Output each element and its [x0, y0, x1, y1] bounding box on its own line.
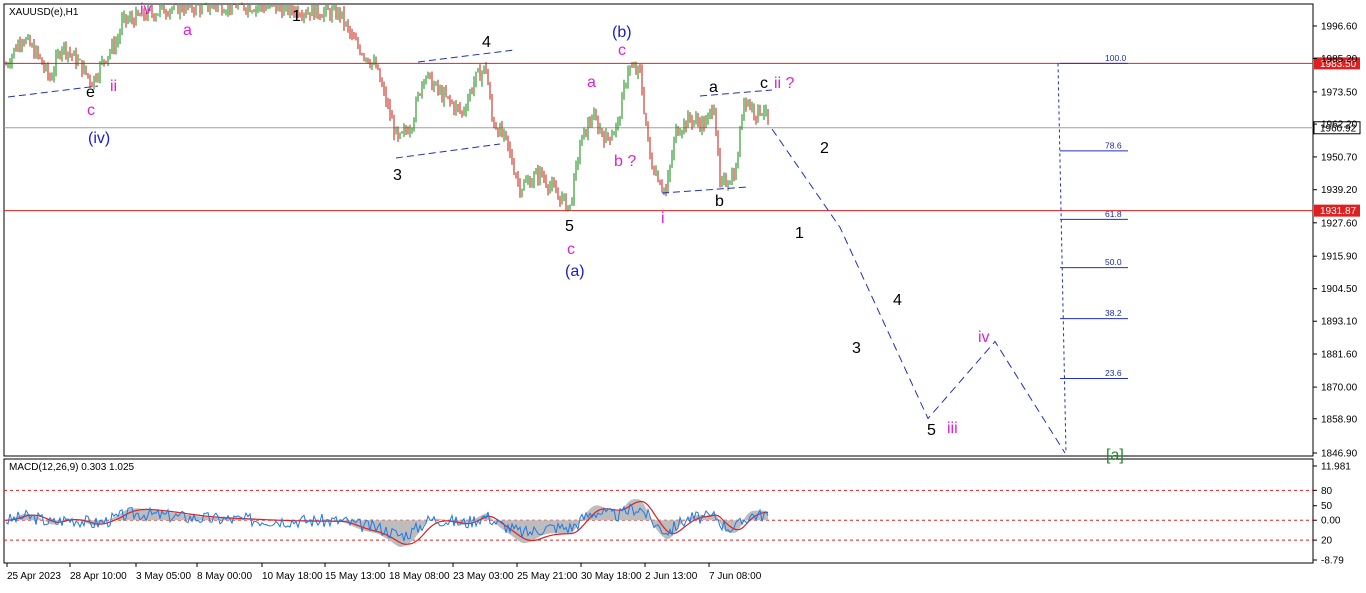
fib-level-label: 100.0: [1105, 53, 1127, 63]
x-tick-label: 30 May 18:00: [581, 571, 642, 582]
wave-label: e: [86, 84, 95, 101]
x-tick-label: 2 Jun 13:00: [645, 571, 698, 582]
wave-label: c: [87, 102, 95, 119]
instrument-label: XAUUSD(e),H1: [9, 7, 79, 18]
wave-label: ii: [110, 78, 117, 95]
x-tick-label: 7 Jun 08:00: [709, 571, 762, 582]
y-tick-label: 1927.60: [1321, 218, 1358, 229]
wave-label: a: [709, 79, 718, 96]
y-tick-label: 1870.00: [1321, 383, 1358, 394]
trend-line: [395, 143, 501, 159]
macd-y-tick-label: 80: [1321, 486, 1333, 497]
projection-path: [771, 128, 1066, 454]
macd-y-tick-label: -8.79: [1321, 556, 1344, 567]
y-tick-label: 1985.20: [1321, 54, 1358, 65]
wave-label: b: [715, 193, 724, 210]
wave-label: i: [661, 210, 665, 227]
wave-label: 1: [795, 225, 804, 242]
x-tick-label: 15 May 13:00: [325, 571, 386, 582]
x-tick-label: 8 May 00:00: [197, 571, 252, 582]
y-tick-label: 1846.90: [1321, 449, 1358, 460]
macd-title: MACD(12,26,9) 0.303 1.025: [9, 462, 135, 473]
fib-level-label: 50.0: [1105, 257, 1122, 267]
fib-level-label: 23.6: [1105, 368, 1122, 378]
y-tick-label: 1996.60: [1321, 22, 1358, 33]
wave-label: 3: [393, 167, 402, 184]
fib-anchor-line: [1057, 63, 1067, 454]
x-tick-label: 3 May 05:00: [136, 571, 191, 582]
wave-label: iv: [140, 1, 152, 18]
y-tick-label: 1881.60: [1321, 350, 1358, 361]
macd-y-tick-label: 50: [1321, 501, 1333, 512]
x-tick-label: 10 May 18:00: [262, 571, 323, 582]
main-panel-frame: [3, 3, 1314, 457]
fib-level-label: 38.2: [1105, 308, 1122, 318]
wave-label: c: [567, 241, 575, 258]
wave-label: ii ?: [774, 75, 795, 92]
y-tick-label: 1973.50: [1321, 87, 1358, 98]
wave-label: (a): [565, 263, 585, 280]
wave-label: 4: [893, 292, 902, 309]
wave-label: c: [618, 42, 626, 59]
x-tick-label: 18 May 08:00: [389, 571, 450, 582]
macd-y-tick-label: 0.00: [1321, 516, 1341, 527]
wave-label: b ?: [614, 153, 636, 170]
wave-label: iv: [978, 329, 990, 346]
y-tick-label: 1904.50: [1321, 284, 1358, 295]
wave-label: 2: [820, 140, 829, 157]
trend-line: [661, 186, 749, 194]
wave-label: 4: [482, 34, 491, 51]
x-tick-label: 23 May 03:00: [453, 571, 514, 582]
wave-label: 3: [852, 340, 861, 357]
wave-label: 5: [927, 422, 936, 439]
price-level-label: 1931.87: [1320, 206, 1357, 217]
y-tick-label: 1893.10: [1321, 317, 1358, 328]
price-chart[interactable]: 1983.50 1931.87 1960.92 100.0 78.6 61.8 50.0 3…: [0, 0, 1366, 588]
wave-label: c: [760, 75, 768, 92]
trend-line: [417, 49, 515, 63]
fib-level-label: 61.8: [1105, 209, 1122, 219]
macd-panel-frame: [3, 458, 1314, 564]
wave-label: a: [183, 22, 192, 39]
macd-y-tick-label: 11.981: [1321, 462, 1351, 473]
y-tick-label: 1939.20: [1321, 185, 1358, 196]
y-tick-label: 1950.70: [1321, 152, 1358, 163]
wave-label: iii: [947, 420, 958, 437]
y-tick-label: 1858.90: [1321, 414, 1358, 425]
wave-label: 1: [292, 8, 301, 25]
wave-label: [a]: [1106, 447, 1124, 464]
x-tick-label: 28 Apr 10:00: [70, 571, 127, 582]
x-tick-label: 25 Apr 2023: [7, 571, 61, 582]
y-tick-label: 1962.20: [1321, 120, 1358, 131]
x-tick-label: 25 May 21:00: [517, 571, 578, 582]
candles-group: [5, 2, 769, 212]
macd-y-tick-label: 20: [1321, 536, 1333, 547]
wave-label: 5: [565, 218, 574, 235]
wave-label: a: [587, 74, 596, 91]
fib-level-label: 78.6: [1105, 140, 1122, 150]
trend-line: [7, 85, 99, 98]
wave-label: (iv): [88, 130, 110, 147]
chart-canvas[interactable]: 1983.501931.871960.92 100.078.661.850.03…: [0, 0, 1366, 588]
wave-label: (b): [612, 24, 632, 41]
y-tick-label: 1915.90: [1321, 252, 1358, 263]
